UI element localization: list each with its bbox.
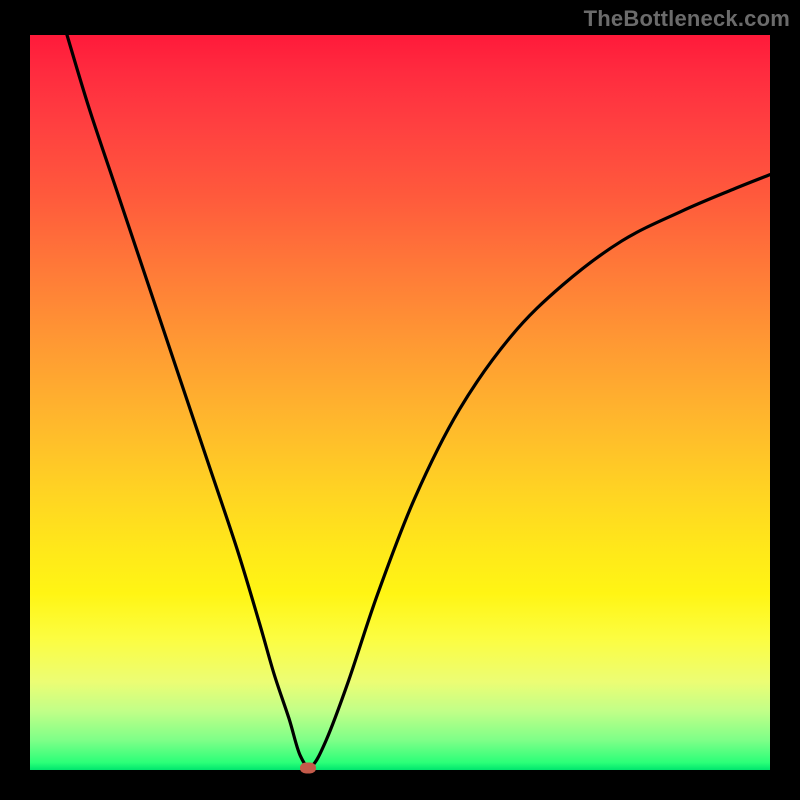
plot-area — [30, 35, 770, 770]
bottleneck-curve — [67, 35, 770, 767]
chart-frame: TheBottleneck.com — [0, 0, 800, 800]
watermark-text: TheBottleneck.com — [584, 6, 790, 32]
notch-marker — [300, 762, 316, 773]
curve-svg — [30, 35, 770, 770]
